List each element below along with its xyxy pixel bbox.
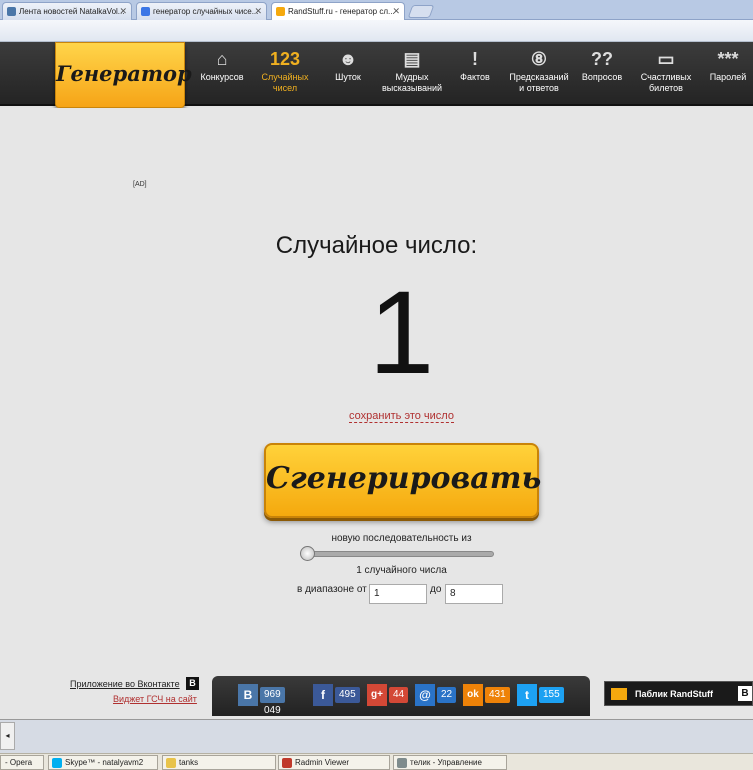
nav-item-tickets[interactable]: ▭ Счастливых билетов — [636, 48, 696, 94]
taskbar-item-skype[interactable]: Skype™ - natalyavm2 — [48, 755, 158, 770]
nav-item-jokes[interactable]: ☻ Шуток — [322, 48, 374, 83]
range-from-input[interactable]: 1 — [369, 584, 427, 604]
task-label: телик - Управление — [410, 758, 482, 767]
task-label: Radmin Viewer — [295, 758, 350, 767]
nav-label: Случайных чисел — [261, 72, 309, 93]
browser-tab-google[interactable]: генератор случайных чисе... ✕ — [136, 2, 267, 20]
google-favicon-icon — [141, 7, 150, 16]
nav-label: Фактов — [460, 72, 490, 82]
close-tab-icon[interactable]: ✕ — [254, 6, 262, 17]
window-icon — [397, 758, 407, 768]
taskbar-item-radmin[interactable]: Radmin Viewer — [278, 755, 390, 770]
vk-favicon-icon — [7, 7, 16, 16]
nav-label: Конкурсов — [200, 72, 244, 82]
facebook-icon: f — [313, 684, 333, 706]
nav-item-numbers[interactable]: 123 Случайных чисел — [258, 48, 312, 94]
range-from-label: в диапазоне от — [297, 584, 367, 595]
nav-item-passwords[interactable]: *** Паролей — [704, 48, 752, 83]
nav-label: Шуток — [335, 72, 361, 82]
vk-icon: B — [738, 686, 752, 701]
browser-tab-strip: Лента новостей NatalkaVol... ✕ генератор… — [0, 0, 753, 21]
vk-logo-icon: B — [186, 677, 199, 690]
horizontal-scrollbar-area: ◂ — [0, 719, 753, 753]
googleplus-icon: g+ — [367, 684, 387, 706]
odnoklassniki-icon: ok — [463, 684, 483, 706]
scroll-left-button[interactable]: ◂ — [0, 722, 15, 750]
nav-item-contests[interactable]: ⌂ Конкурсов — [196, 48, 248, 83]
password-icon: *** — [717, 49, 739, 69]
taskbar-item-telik[interactable]: телик - Управление — [393, 755, 507, 770]
smiley-icon: ☻ — [338, 49, 358, 69]
sequence-label: новую последовательность из — [331, 533, 472, 544]
ad-placeholder: [AD] — [133, 181, 147, 188]
widget-link[interactable]: Виджет ГСЧ на сайт — [113, 694, 197, 704]
tab-label: генератор случайных чисе... — [153, 7, 259, 16]
share-count: 22 — [437, 687, 457, 703]
vk-app-link[interactable]: Приложение во Вконтакте — [70, 679, 180, 689]
site-nav: Генератор ⌂ Конкурсов 123 Случайных чисел … — [0, 42, 753, 108]
browser-toolbar — [0, 20, 753, 42]
close-tab-icon[interactable]: ✕ — [119, 6, 127, 17]
nav-label: Паролей — [709, 72, 747, 82]
task-label: Skype™ - natalyavm2 — [65, 758, 144, 767]
randstuff-logo-icon — [611, 688, 627, 700]
generate-button[interactable]: Сгенерировать — [264, 443, 542, 518]
numbers-icon: 123 — [269, 49, 301, 69]
share-count: 495 — [335, 687, 360, 703]
share-count: 44 — [389, 687, 409, 703]
questions-icon: ?? — [591, 49, 613, 69]
skype-icon — [52, 758, 62, 768]
task-label: - Opera — [5, 758, 33, 767]
generate-button-label: Сгенерировать — [266, 461, 542, 496]
share-count: 155 — [539, 687, 564, 703]
randstuff-favicon-icon — [276, 7, 285, 16]
gift-icon: ⌂ — [216, 49, 228, 69]
tab-label: Лента новостей NatalkaVol... — [19, 7, 125, 16]
radmin-icon — [282, 758, 292, 768]
alert-icon: ! — [472, 49, 478, 69]
folder-icon — [166, 758, 176, 768]
nav-item-quotes[interactable]: ▤ Мудрых высказываний — [378, 48, 446, 94]
count-slider-handle[interactable] — [300, 546, 315, 561]
nav-label: Счастливых билетов — [640, 72, 692, 93]
tab-label: RandStuff.ru - генератор сл... — [288, 7, 395, 16]
nav-label: Вопросов — [581, 72, 623, 82]
nav-label: Предсказаний и ответов — [509, 72, 569, 93]
taskbar-item-tanks[interactable]: tanks — [162, 755, 276, 770]
public-page-button[interactable]: Паблик RandStuff B — [604, 681, 753, 706]
ticket-icon: ▭ — [657, 49, 675, 69]
random-number: 1 — [368, 267, 435, 399]
count-label: 1 случайного числа — [356, 565, 447, 576]
task-label: tanks — [179, 758, 199, 767]
share-count: 969 049 — [260, 687, 285, 716]
mail-icon: @ — [415, 684, 435, 706]
os-taskbar: - Opera Skype™ - natalyavm2 tanks Radmin… — [0, 753, 753, 770]
result-title: Случайное число: — [275, 232, 478, 259]
nav-item-questions[interactable]: ?? Вопросов — [578, 48, 626, 83]
range-to-input[interactable]: 8 — [445, 584, 503, 604]
magic-ball-icon: ⑧ — [530, 49, 548, 69]
quote-icon: ▤ — [403, 49, 421, 69]
taskbar-item-opera[interactable]: - Opera — [0, 755, 44, 770]
browser-tab-vk[interactable]: Лента новостей NatalkaVol... ✕ — [2, 2, 132, 20]
nav-label: Мудрых высказываний — [381, 72, 443, 93]
twitter-icon: t — [517, 684, 537, 706]
logo-text: Генератор — [56, 61, 192, 86]
nav-item-predictions[interactable]: ⑧ Предсказаний и ответов — [505, 48, 573, 94]
close-tab-icon[interactable]: ✕ — [392, 6, 400, 17]
vk-icon: B — [238, 684, 258, 706]
count-slider-track[interactable] — [306, 551, 494, 557]
site-logo[interactable]: Генератор — [55, 42, 192, 108]
browser-tab-randstuff[interactable]: RandStuff.ru - генератор сл... ✕ — [271, 2, 405, 21]
save-number-link-wrap: сохранить это число — [0, 410, 753, 423]
save-number-link[interactable]: сохранить это число — [349, 410, 454, 423]
share-count: 431 — [485, 687, 510, 703]
range-to-label: до — [430, 584, 442, 595]
public-label: Паблик RandStuff — [635, 689, 714, 699]
new-tab-button[interactable] — [407, 5, 435, 18]
nav-item-facts[interactable]: ! Фактов — [452, 48, 498, 83]
